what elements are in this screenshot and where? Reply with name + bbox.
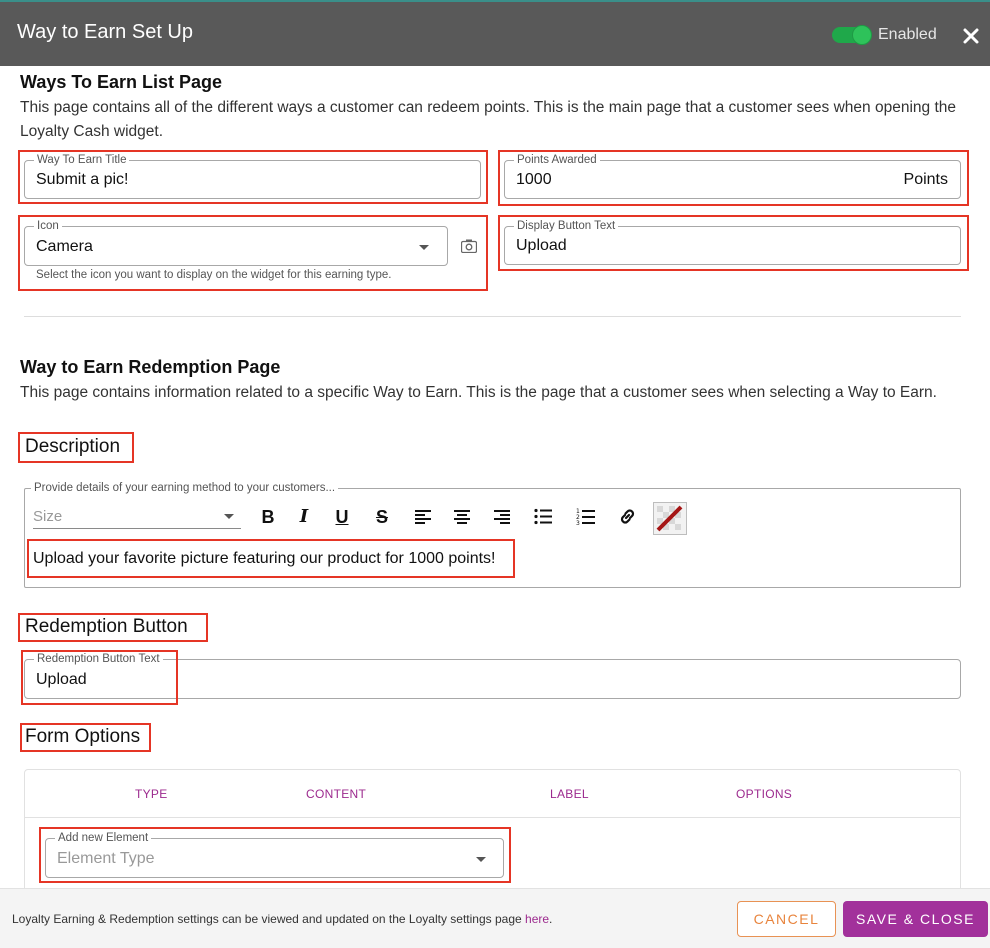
field-label: Provide details of your earning method t… [31,481,339,495]
footer-note: Loyalty Earning & Redemption settings ca… [12,912,552,926]
camera-icon [461,239,477,253]
redemption-page-title: Way to Earn Redemption Page [20,357,281,377]
numbered-list-icon[interactable]: 1 2 3 [576,507,596,526]
display-button-text-field[interactable]: Display Button Text Upload [504,219,961,265]
add-element-select[interactable]: Add new Element Element Type [45,831,504,878]
align-left-icon[interactable] [414,509,432,525]
bullet-list-icon[interactable] [534,508,553,525]
dialog-footer: Loyalty Earning & Redemption settings ca… [0,888,990,948]
align-right-icon[interactable] [493,509,511,525]
underline-icon[interactable]: U [331,506,353,528]
toggle-knob [852,25,872,45]
icon-select[interactable]: Icon Camera [24,219,448,266]
field-label: Display Button Text [514,219,619,233]
display-button-text-value: Upload [516,237,567,254]
column-header-type[interactable]: TYPE [135,787,168,801]
strikethrough-icon[interactable]: S [371,506,393,528]
enabled-toggle[interactable] [832,25,872,45]
icon-select-value: Camera [36,238,93,255]
save-close-button[interactable]: SAVE & CLOSE [843,901,988,937]
description-heading: Description [25,436,121,457]
text-color-icon[interactable] [653,502,687,535]
link-icon[interactable] [618,507,637,526]
table-divider [25,817,960,818]
highlight-box [21,650,178,705]
cancel-button[interactable]: CANCEL [737,901,836,937]
way-to-earn-title-value: Submit a pic! [36,171,129,188]
field-label: Points Awarded [514,153,600,167]
field-label: Add new Element [55,831,152,845]
chevron-down-icon [224,514,234,519]
points-suffix: Points [903,171,948,188]
redemption-button-heading: Redemption Button [25,616,188,637]
redemption-page-description: This page contains information related t… [20,384,937,401]
size-placeholder: Size [33,508,63,525]
list-page-description: This page contains all of the different … [20,99,956,140]
form-options-heading: Form Options [25,726,141,747]
element-type-placeholder: Element Type [57,850,155,867]
field-label: Way To Earn Title [34,153,130,167]
column-header-label[interactable]: LABEL [550,787,589,801]
points-awarded-field[interactable]: Points Awarded 1000 Points [504,153,961,199]
dialog-header: Way to Earn Set Up Enabled [0,0,990,66]
chevron-down-icon [476,857,486,862]
points-awarded-value: 1000 [516,171,552,188]
footer-note-text: Loyalty Earning & Redemption settings ca… [12,912,526,926]
field-label: Icon [34,219,62,233]
list-page-title: Ways To Earn List Page [20,72,223,92]
dialog-title: Way to Earn Set Up [17,21,193,43]
settings-link[interactable]: here [525,912,549,926]
svg-text:3: 3 [576,520,580,526]
footer-period: . [549,912,553,926]
column-header-content[interactable]: CONTENT [306,787,366,801]
align-center-icon[interactable] [453,509,471,525]
way-to-earn-title-field[interactable]: Way To Earn Title Submit a pic! [24,153,481,199]
bold-icon[interactable]: B [257,506,279,528]
section-divider [24,316,961,317]
italic-icon[interactable]: I [293,506,315,528]
toggle-label: Enabled [878,26,937,43]
icon-helper-text: Select the icon you want to display on t… [36,269,392,281]
column-header-options[interactable]: OPTIONS [736,787,792,801]
font-size-select[interactable]: Size [33,505,241,529]
close-icon[interactable] [961,26,981,46]
chevron-down-icon [419,245,429,250]
editor-content[interactable]: Upload your favorite picture featuring o… [33,550,496,568]
